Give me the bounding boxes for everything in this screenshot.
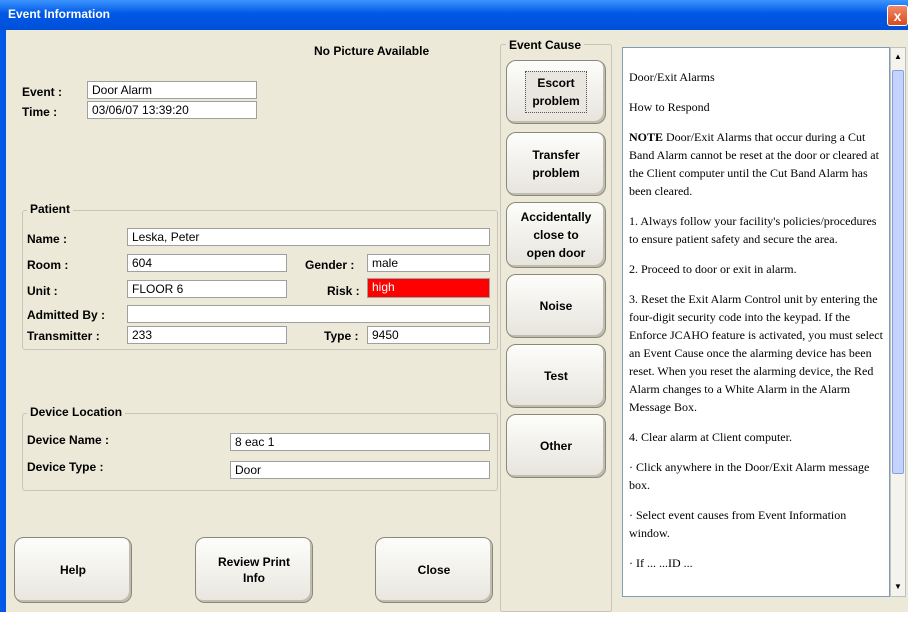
room-label: Room :	[27, 258, 69, 272]
event-label: Event :	[22, 85, 63, 99]
patient-name-label: Name :	[27, 232, 68, 246]
cause-noise-label: Noise	[539, 299, 573, 313]
help-note-text: Door/Exit Alarms that occur during a Cut…	[629, 130, 879, 198]
help-step-2: 2. Proceed to door or exit in alarm.	[629, 262, 797, 276]
help-scrollbar[interactable]: ▲ ▼	[890, 47, 906, 597]
cause-accidentally-line3: open door	[526, 246, 586, 260]
cause-accidentally-button[interactable]: Accidentally close to open door	[506, 202, 606, 268]
room-field[interactable]: 604	[127, 254, 287, 272]
cause-transfer-line1: Transfer	[532, 148, 580, 162]
window-close-button[interactable]: x	[887, 5, 908, 26]
help-bullet-3: · If ... ...ID ...	[629, 556, 693, 570]
scroll-thumb[interactable]	[892, 70, 904, 474]
window-left-border	[0, 30, 6, 612]
device-location-group	[22, 413, 498, 491]
close-button[interactable]: Close	[375, 537, 493, 603]
help-step-3: 3. Reset the Exit Alarm Control unit by …	[629, 292, 883, 414]
cause-test-label: Test	[544, 369, 568, 383]
scroll-up-arrow-icon[interactable]: ▲	[891, 50, 905, 64]
cause-accidentally-line2: close to	[533, 228, 579, 242]
patient-name-field[interactable]: Leska, Peter	[127, 228, 490, 246]
time-field[interactable]: 03/06/07 13:39:20	[87, 101, 257, 119]
device-type-field[interactable]: Door	[230, 461, 490, 479]
help-text-pane[interactable]: Door/Exit Alarms How to Respond NOTE Doo…	[622, 47, 890, 597]
cause-other-button[interactable]: Other	[506, 414, 606, 478]
cause-accidentally-line1: Accidentally	[520, 210, 592, 224]
help-bullet-1: · Click anywhere in the Door/Exit Alarm …	[629, 460, 870, 492]
device-name-label: Device Name :	[27, 433, 110, 447]
bottom-strip	[0, 612, 908, 630]
gender-label: Gender :	[305, 258, 355, 272]
unit-label: Unit :	[27, 284, 58, 298]
title-bar: Event Information x	[0, 0, 908, 30]
risk-field[interactable]: high	[367, 278, 490, 298]
type-label: Type :	[324, 329, 359, 343]
help-button-label: Help	[59, 563, 86, 577]
help-button[interactable]: Help	[14, 537, 132, 603]
event-information-window: Event Information x No Picture Available…	[0, 0, 908, 630]
admitted-by-field[interactable]	[127, 305, 490, 323]
help-note: NOTE Door/Exit Alarms that occur during …	[629, 128, 883, 200]
scroll-down-arrow-icon[interactable]: ▼	[891, 580, 905, 594]
transmitter-label: Transmitter :	[27, 329, 100, 343]
risk-label: Risk :	[327, 284, 360, 298]
help-step-4: 4. Clear alarm at Client computer.	[629, 430, 792, 444]
review-print-info-label: Review Print Info	[218, 554, 290, 586]
window-title: Event Information	[8, 7, 111, 21]
review-line1: Review Print	[217, 555, 291, 569]
cause-escort-line2: problem	[532, 94, 580, 108]
time-label: Time :	[22, 105, 58, 119]
no-picture-label: No Picture Available	[314, 44, 430, 58]
patient-group-title: Patient	[27, 202, 74, 216]
help-heading: Door/Exit Alarms	[629, 70, 715, 84]
admitted-by-label: Admitted By :	[27, 308, 105, 322]
cause-other-label: Other	[539, 439, 572, 453]
type-field[interactable]: 9450	[367, 326, 490, 344]
unit-field[interactable]: FLOOR 6	[127, 280, 287, 298]
help-step-1: 1. Always follow your facility's policie…	[629, 214, 877, 246]
cause-escort-label: Escort problem	[525, 71, 587, 113]
event-cause-title: Event Cause	[506, 38, 585, 52]
cause-test-button[interactable]: Test	[506, 344, 606, 408]
cause-escort-problem-button[interactable]: Escort problem	[506, 60, 606, 124]
cause-noise-button[interactable]: Noise	[506, 274, 606, 338]
cause-transfer-label: Transfer problem	[532, 146, 579, 182]
device-location-title: Device Location	[27, 405, 126, 419]
cause-accidentally-label: Accidentally close to open door	[521, 208, 592, 262]
cause-escort-line1: Escort	[537, 76, 575, 90]
review-print-info-button[interactable]: Review Print Info	[195, 537, 313, 603]
help-bullet-2: · Select event causes from Event Informa…	[629, 508, 847, 540]
close-button-label: Close	[417, 563, 451, 577]
cause-transfer-line2: problem	[532, 166, 580, 180]
device-type-label: Device Type :	[27, 460, 104, 474]
help-subheading: How to Respond	[629, 100, 710, 114]
device-name-field[interactable]: 8 eac 1	[230, 433, 490, 451]
cause-transfer-problem-button[interactable]: Transfer problem	[506, 132, 606, 196]
gender-field[interactable]: male	[367, 254, 490, 272]
help-note-bold: NOTE	[629, 130, 664, 144]
review-line2: Info	[243, 571, 265, 585]
transmitter-field[interactable]: 233	[127, 326, 287, 344]
event-field[interactable]: Door Alarm	[87, 81, 257, 99]
